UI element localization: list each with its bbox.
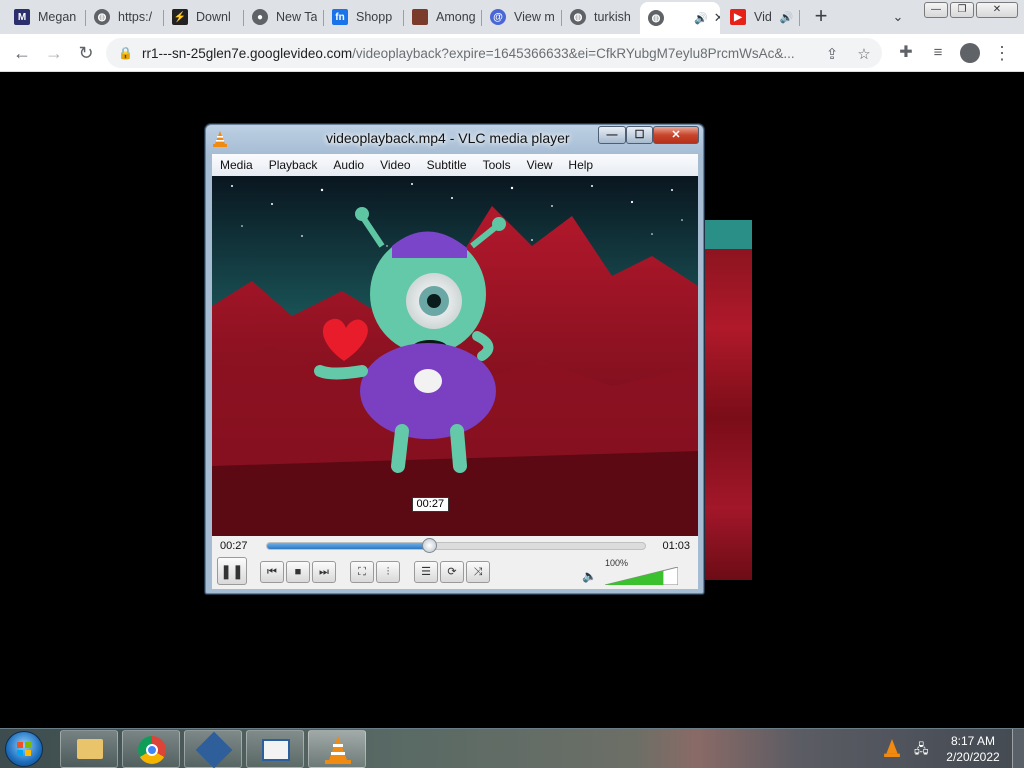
tab-megan[interactable]: M Megan — [6, 2, 86, 32]
window-close-button[interactable]: ✕ — [976, 2, 1018, 18]
menu-view[interactable]: View — [519, 158, 561, 172]
vlc-menubar: Media Playback Audio Video Subtitle Tool… — [212, 154, 698, 176]
seek-handle[interactable] — [421, 538, 437, 553]
browser-tabstrip: M Megan ◍ https:/ ⚡ Downl ● New Ta fn Sh… — [0, 0, 1024, 34]
menu-help[interactable]: Help — [560, 158, 601, 172]
tab-https[interactable]: ◍ https:/ — [86, 2, 164, 32]
vlc-cone-icon — [213, 131, 227, 147]
reload-icon[interactable]: ↻ — [72, 39, 100, 67]
volume-speaker-icon[interactable]: 🔈 — [582, 569, 597, 583]
show-desktop-button[interactable] — [1012, 729, 1024, 768]
vlc-window-title: videoplayback.mp4 - VLC media player — [326, 130, 570, 146]
address-path: /videoplayback?expire=1645366633&ei=CfkR… — [352, 45, 795, 61]
at-icon: @ — [490, 9, 506, 25]
menu-kebab-icon[interactable]: ⋮ — [988, 39, 1016, 67]
playlist-button[interactable]: ☰ — [414, 561, 438, 583]
bookmark-star-icon[interactable]: ☆ — [854, 45, 874, 65]
vlc-cone-icon — [325, 736, 351, 764]
vlc-controls: 00:27 01:03 00:27 ❚❚ ⏮ ■ ⏭ ⛶ ⫶ ☰ ⟳ ⤨ 🔈 1… — [212, 497, 698, 589]
tab-among[interactable]: Among — [404, 2, 482, 32]
next-button[interactable]: ⏭ — [312, 561, 336, 583]
menu-tools[interactable]: Tools — [475, 158, 519, 172]
browser-video-partial — [702, 220, 752, 580]
back-icon[interactable]: ← — [8, 39, 36, 67]
vlc-window: videoplayback.mp4 - VLC media player — ☐… — [205, 124, 704, 594]
elapsed-time: 00:27 — [220, 540, 248, 552]
folder-icon — [77, 739, 103, 759]
seek-progress — [267, 543, 430, 549]
youtube-icon: ▶ — [730, 9, 746, 25]
menu-audio[interactable]: Audio — [325, 158, 372, 172]
image-icon — [412, 9, 428, 25]
clock-date: 2/20/2022 — [946, 750, 1000, 764]
tab-youtube[interactable]: ▶ Vid 🔊 — [722, 2, 800, 32]
tab-turkish[interactable]: ◍ turkish — [562, 2, 640, 32]
globe-icon: ◍ — [570, 9, 586, 25]
globe-icon: ◍ — [94, 9, 110, 25]
browser-toolbar: ← → ↻ 🔒 rr1---sn-25glen7e.googlevideo.co… — [0, 34, 1024, 72]
total-time[interactable]: 01:03 — [662, 540, 690, 552]
seek-time-tooltip: 00:27 — [411, 497, 450, 512]
windows-logo-icon — [17, 742, 31, 756]
share-icon[interactable]: ⇪ — [822, 45, 842, 65]
fn-icon: fn — [332, 9, 348, 25]
speaker-icon[interactable]: 🔊 — [694, 12, 708, 25]
vlc-tray-icon[interactable] — [884, 739, 900, 757]
previous-button[interactable]: ⏮ — [260, 561, 284, 583]
extensions-icon[interactable]: ✚ — [892, 39, 920, 67]
download-site-icon: ⚡ — [172, 9, 188, 25]
screen: M Megan ◍ https:/ ⚡ Downl ● New Ta fn Sh… — [0, 0, 1024, 768]
seek-bar[interactable]: 00:27 — [266, 497, 646, 553]
taskbar-app-window[interactable] — [246, 730, 304, 768]
profile-avatar-icon[interactable] — [956, 39, 984, 67]
site-icon: M — [14, 9, 30, 25]
forward-icon[interactable]: → — [40, 39, 68, 67]
window-restore-button[interactable]: ❐ — [950, 2, 974, 18]
start-button[interactable] — [5, 731, 43, 767]
address-domain: rr1---sn-25glen7e.googlevideo.com — [142, 45, 353, 61]
taskbar-vlc[interactable] — [308, 730, 366, 768]
tab-view[interactable]: @ View m — [482, 2, 562, 32]
vlc-minimize-button[interactable]: — — [598, 126, 626, 144]
chrome-icon: ● — [252, 9, 268, 25]
virtualbox-icon — [195, 731, 233, 768]
network-icon[interactable]: 🖧 — [914, 740, 929, 762]
vlc-maximize-button[interactable]: ☐ — [626, 126, 653, 144]
taskbar-virtualbox[interactable] — [184, 730, 242, 768]
menu-subtitle[interactable]: Subtitle — [419, 158, 475, 172]
menu-playback[interactable]: Playback — [261, 158, 326, 172]
vlc-close-button[interactable]: ✕ — [653, 126, 699, 144]
tab-shopping[interactable]: fn Shopp — [324, 2, 404, 32]
lock-icon: 🔒 — [118, 46, 133, 60]
window-minimize-button[interactable]: — — [924, 2, 948, 18]
stop-button[interactable]: ■ — [286, 561, 310, 583]
extended-settings-button[interactable]: ⫶ — [376, 561, 400, 583]
address-bar[interactable]: 🔒 rr1---sn-25glen7e.googlevideo.com/vide… — [106, 38, 882, 68]
fullscreen-button[interactable]: ⛶ — [350, 561, 374, 583]
windows-taskbar: 🖧 8:17 AM 2/20/2022 — [0, 728, 1024, 768]
window-icon — [262, 739, 290, 761]
loop-button[interactable]: ⟳ — [440, 561, 464, 583]
clock-time: 8:17 AM — [950, 734, 996, 748]
media-control-icon[interactable]: ≡ — [924, 39, 952, 67]
vlc-titlebar[interactable]: videoplayback.mp4 - VLC media player — ☐… — [206, 125, 703, 153]
video-frame-alien — [212, 176, 698, 536]
taskbar-chrome[interactable] — [122, 730, 180, 768]
taskbar-clock[interactable]: 8:17 AM 2/20/2022 — [938, 733, 1008, 765]
shuffle-button[interactable]: ⤨ — [466, 561, 490, 583]
tab-download[interactable]: ⚡ Downl — [164, 2, 244, 32]
new-tab-button[interactable]: + — [808, 4, 834, 30]
close-tab-icon[interactable]: ✕ — [714, 10, 720, 26]
tab-active-videoplayback[interactable]: ◍ 🔊 ✕ — [640, 2, 720, 34]
tab-new-tab[interactable]: ● New Ta — [244, 2, 324, 32]
menu-video[interactable]: Video — [372, 158, 418, 172]
globe-icon: ◍ — [648, 10, 664, 26]
volume-slider[interactable] — [605, 567, 678, 585]
pause-button[interactable]: ❚❚ — [217, 557, 247, 585]
tab-search-icon[interactable]: ⌄ — [886, 5, 910, 29]
menu-media[interactable]: Media — [212, 158, 261, 172]
taskbar-explorer[interactable] — [60, 730, 118, 768]
vlc-video-area[interactable] — [212, 176, 698, 536]
speaker-icon[interactable]: 🔊 — [780, 11, 794, 24]
